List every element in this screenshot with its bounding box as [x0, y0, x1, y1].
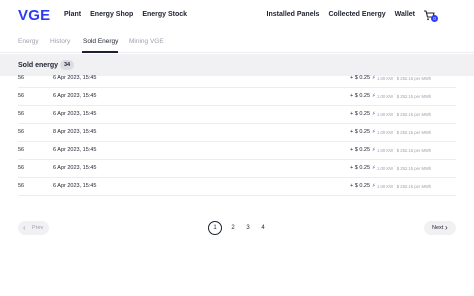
- table-row: 56 6 Apr 2023, 15:45 + $ 0.25 ⚡ 1.00 KW …: [18, 178, 456, 196]
- row-amount: + $ 0.25: [350, 147, 371, 153]
- row-rate: 1.00 KW ˙ $ 252.15 per MWh: [377, 147, 432, 153]
- row-amount: + $ 0.25: [350, 183, 371, 189]
- lightning-icon: ⚡: [372, 183, 376, 189]
- row-date: 6 Apr 2023, 15:45: [53, 165, 97, 171]
- nav-item-energy-stock[interactable]: Energy Stock: [142, 11, 187, 18]
- sold-energy-list: 56 6 Apr 2023, 15:45 + $ 0.25 ⚡ 1.00 KW …: [18, 70, 456, 196]
- row-date: 6 Apr 2023, 15:45: [53, 93, 97, 99]
- table-row: 56 6 Apr 2023, 15:45 + $ 0.25 ⚡ 1.00 KW …: [18, 142, 456, 160]
- account-nav: Installed Panels Collected Energy Wallet: [258, 11, 415, 18]
- row-amount: + $ 0.25: [350, 75, 371, 81]
- page-button-2[interactable]: 2: [226, 221, 240, 235]
- row-rate: 1.00 KW ˙ $ 252.15 per MWh: [377, 93, 432, 99]
- row-rate: 1.00 KW ˙ $ 252.15 per MWh: [377, 183, 432, 189]
- row-id: 56: [18, 183, 25, 189]
- row-date: 6 Apr 2023, 15:45: [53, 75, 97, 81]
- table-row: 56 8 Apr 2023, 15:45 + $ 0.25 ⚡ 1.00 KW …: [18, 124, 456, 142]
- count-badge: 34: [60, 60, 75, 70]
- chevron-right-icon: ›: [445, 223, 448, 232]
- cart-button[interactable]: 0: [423, 9, 438, 22]
- row-rate: 1.00 KW ˙ $ 252.15 per MWh: [377, 75, 432, 81]
- row-id: 56: [18, 75, 25, 81]
- lightning-icon: ⚡: [372, 93, 376, 99]
- page-button-4[interactable]: 4: [256, 221, 270, 235]
- page-button-1[interactable]: 1: [208, 221, 222, 235]
- table-row: 56 6 Apr 2023, 15:45 + $ 0.25 ⚡ 1.00 KW …: [18, 88, 456, 106]
- cart-count-badge: 0: [431, 15, 438, 22]
- tab-sold-energy[interactable]: Sold Energy: [83, 38, 118, 45]
- nav-item-wallet[interactable]: Wallet: [395, 11, 415, 18]
- table-row: 56 6 Apr 2023, 15:45 + $ 0.25 ⚡ 1.00 KW …: [18, 106, 456, 124]
- nav-item-plant[interactable]: Plant: [64, 11, 81, 18]
- lightning-icon: ⚡: [372, 111, 376, 117]
- row-id: 56: [18, 129, 25, 135]
- tab-mining-vge[interactable]: Mining VGE: [129, 38, 164, 45]
- row-amount: + $ 0.25: [350, 129, 371, 135]
- table-row: 56 6 Apr 2023, 15:45 + $ 0.25 ⚡ 1.00 KW …: [18, 70, 456, 88]
- row-rate: 1.00 KW ˙ $ 252.15 per MWh: [377, 129, 432, 135]
- row-date: 6 Apr 2023, 15:45: [53, 111, 97, 117]
- row-id: 56: [18, 165, 25, 171]
- row-id: 56: [18, 111, 25, 117]
- row-amount: + $ 0.25: [350, 111, 371, 117]
- top-navigation-bar: VGE Plant Energy Shop Energy Stock Insta…: [0, 0, 474, 30]
- row-amount: + $ 0.25: [350, 165, 371, 171]
- lightning-icon: ⚡: [372, 147, 376, 153]
- row-date: 8 Apr 2023, 15:45: [53, 129, 97, 135]
- lightning-icon: ⚡: [372, 75, 376, 81]
- row-amount: + $ 0.25: [350, 93, 371, 99]
- tab-history[interactable]: History: [50, 38, 70, 45]
- next-label: Next: [432, 225, 444, 231]
- next-page-button[interactable]: Next ›: [424, 221, 456, 235]
- page-button-3[interactable]: 3: [241, 221, 255, 235]
- table-row: 56 6 Apr 2023, 15:45 + $ 0.25 ⚡ 1.00 KW …: [18, 160, 456, 178]
- row-rate: 1.00 KW ˙ $ 252.15 per MWh: [377, 165, 432, 171]
- main-nav: Plant Energy Shop Energy Stock: [64, 11, 196, 18]
- row-rate: 1.00 KW ˙ $ 252.15 per MWh: [377, 111, 432, 117]
- logo[interactable]: VGE: [18, 7, 50, 24]
- row-date: 6 Apr 2023, 15:45: [53, 147, 97, 153]
- tab-bar: Energy History Sold Energy Mining VGE: [0, 30, 474, 53]
- chevron-left-icon: ‹: [23, 223, 26, 232]
- tab-energy[interactable]: Energy: [18, 38, 39, 45]
- section-title: Sold energy: [18, 62, 59, 69]
- prev-page-button[interactable]: ‹ Prev: [18, 221, 49, 235]
- nav-item-energy-shop[interactable]: Energy Shop: [90, 11, 133, 18]
- nav-item-installed-panels[interactable]: Installed Panels: [267, 11, 320, 18]
- row-date: 6 Apr 2023, 15:45: [53, 183, 97, 189]
- active-tab-indicator: [82, 51, 118, 53]
- nav-item-collected-energy[interactable]: Collected Energy: [328, 11, 385, 18]
- prev-label: Prev: [32, 225, 44, 231]
- row-id: 56: [18, 147, 25, 153]
- lightning-icon: ⚡: [372, 129, 376, 135]
- lightning-icon: ⚡: [372, 165, 376, 171]
- row-id: 56: [18, 93, 25, 99]
